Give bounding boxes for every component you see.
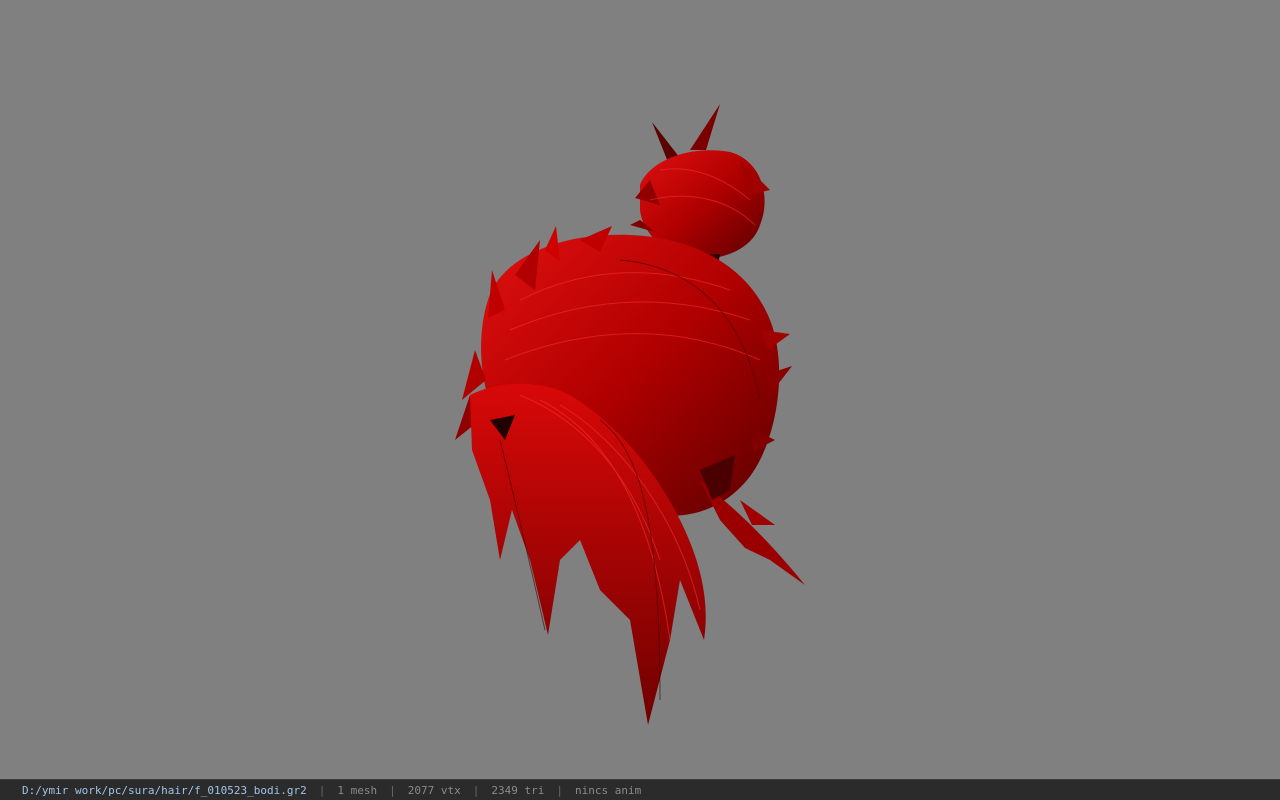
hair-model[interactable] (0, 0, 1280, 779)
separator: | (389, 783, 396, 797)
separator: | (472, 783, 480, 797)
vertex-count: 2077 vtx (407, 783, 461, 797)
file-path: D:/ymir work/pc/sura/hair/f_010523_bodi.… (22, 783, 307, 797)
mesh-count: 1 mesh (337, 783, 378, 797)
3d-viewport[interactable] (0, 0, 1280, 779)
separator: | (318, 783, 326, 797)
anim-status: nincs anim (575, 783, 642, 797)
separator: | (556, 783, 563, 797)
triangle-count: 2349 tri (491, 783, 545, 797)
status-bar: D:/ymir work/pc/sura/hair/f_010523_bodi.… (0, 779, 1280, 800)
